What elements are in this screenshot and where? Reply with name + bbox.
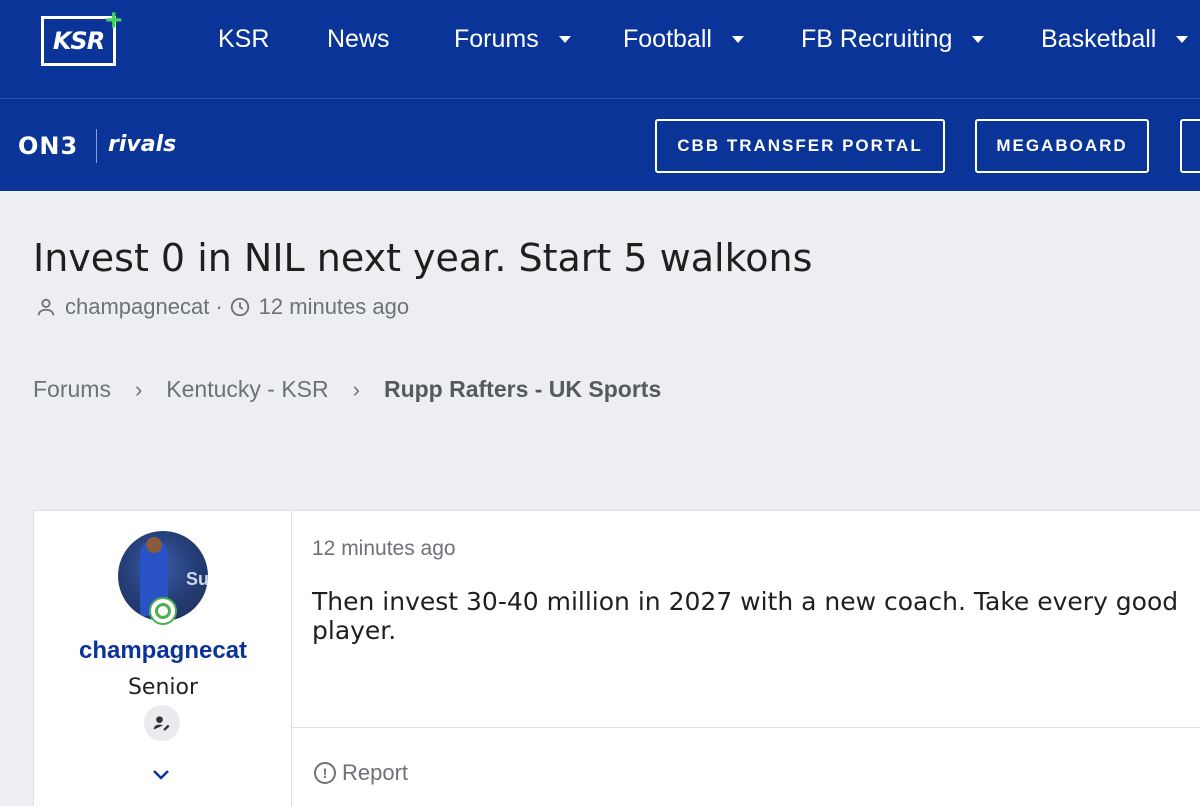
logo-text: KSR — [52, 27, 105, 55]
post-username[interactable]: champagnecat — [34, 637, 292, 665]
page-title: Invest 0 in NIL next year. Start 5 walko… — [33, 236, 813, 280]
report-label: Report — [342, 760, 409, 785]
user-title: Senior — [127, 675, 199, 700]
button-label: CBB TRANSFER PORTAL — [677, 136, 923, 155]
post: Su champagnecat Senior 12 minutes ago Th… — [33, 510, 1200, 806]
alert-icon: ! — [314, 762, 336, 784]
thread-time[interactable]: 12 minutes ago — [259, 294, 409, 320]
post-footer: ! Report — [292, 727, 1200, 806]
on3-logo[interactable]: ON3 — [18, 132, 78, 160]
post-time[interactable]: 12 minutes ago — [312, 537, 456, 561]
user-icon — [37, 298, 55, 316]
chevron-right-icon: › — [134, 376, 143, 402]
nav-item-forums[interactable]: Forums — [454, 22, 571, 56]
separator: · — [215, 294, 223, 319]
nav-item-label: KSR — [218, 24, 270, 53]
nav-item-basketball[interactable]: Basketball — [1041, 22, 1189, 56]
post-user-panel: Su champagnecat Senior — [34, 511, 292, 806]
post-body: Then invest 30-40 million in 2027 with a… — [312, 587, 1179, 645]
chevron-down-icon — [1176, 35, 1189, 43]
nav-item-label: News — [327, 24, 390, 53]
chevron-down-icon — [972, 35, 985, 43]
chevron-right-icon: › — [352, 376, 360, 402]
ksr-logo[interactable]: KSR + — [41, 6, 127, 68]
top-nav: KSR + KSR News Forums Football FB Recrui… — [0, 0, 1200, 98]
nav-item-label: Basketball — [1041, 24, 1157, 53]
nav-item-fb-recruiting[interactable]: FB Recruiting — [801, 22, 985, 56]
breadcrumb-current[interactable]: Rupp Rafters - UK Sports — [384, 376, 661, 403]
chevron-down-icon — [558, 35, 571, 43]
avatar-text: Su — [186, 569, 208, 589]
breadcrumb-item-kentucky-ksr[interactable]: Kentucky - KSR — [166, 376, 328, 403]
expand-user-button[interactable] — [152, 765, 170, 786]
thread-author[interactable]: champagnecat — [65, 294, 209, 320]
online-status-icon — [149, 597, 177, 625]
rivals-logo[interactable]: rivals — [108, 132, 176, 157]
breadcrumb-item-forums[interactable]: Forums — [33, 376, 111, 403]
report-button[interactable]: ! Report — [314, 760, 408, 786]
nav-item-news[interactable]: News — [327, 22, 390, 56]
plus-icon: + — [105, 4, 123, 37]
clock-icon — [230, 297, 249, 317]
nav-item-ksr[interactable]: KSR — [218, 22, 269, 56]
megaboard-button[interactable]: MEGABOARD — [975, 119, 1149, 173]
cbb-transfer-portal-button[interactable]: CBB TRANSFER PORTAL — [655, 119, 945, 173]
divider — [96, 129, 97, 163]
user-badge[interactable] — [144, 705, 180, 741]
more-button[interactable] — [1180, 119, 1200, 173]
nav-item-label: Forums — [454, 24, 539, 53]
nav-item-label: FB Recruiting — [801, 24, 953, 53]
post-main: 12 minutes ago Then invest 30-40 million… — [292, 511, 1200, 806]
chevron-down-icon — [731, 35, 744, 43]
user-edit-icon — [153, 716, 170, 731]
nav-item-football[interactable]: Football — [623, 22, 744, 56]
button-label: MEGABOARD — [996, 136, 1128, 155]
chevron-down-icon — [153, 770, 169, 780]
avatar-head — [146, 537, 162, 553]
sub-nav: ON3 rivals CBB TRANSFER PORTAL MEGABOARD — [0, 98, 1200, 191]
thread-meta: champagnecat · 12 minutes ago — [35, 294, 409, 320]
nav-item-label: Football — [623, 24, 712, 53]
breadcrumb: Forums › Kentucky - KSR › Rupp Rafters -… — [33, 376, 661, 403]
